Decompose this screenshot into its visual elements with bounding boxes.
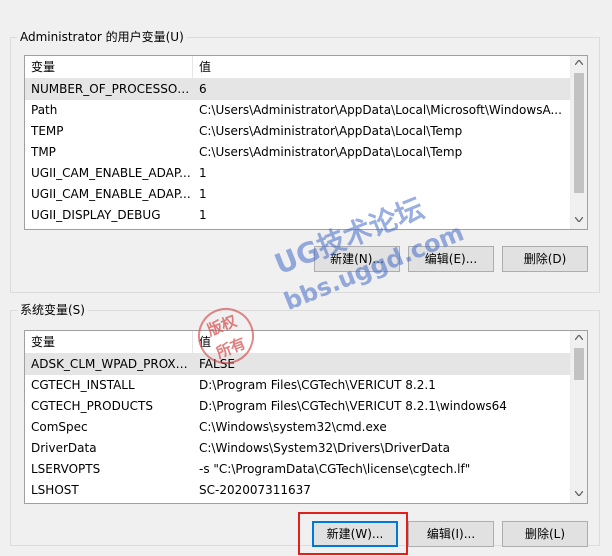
system-variables-list[interactable]: 变量 值 ADSK_CLM_WPAD_PROXY... FALSE CGTECH_I… xyxy=(24,330,588,504)
table-row[interactable]: LSHOST SC-202007311637 xyxy=(25,480,570,501)
variable-name-cell: UGII_CAM_ENABLE_ADAP... xyxy=(31,166,191,180)
column-header-value[interactable]: 值 xyxy=(193,56,570,78)
user-variables-title: Administrator 的用户变量(U) xyxy=(17,29,187,45)
variable-value-cell: C:\Users\Administrator\AppData\Local\Tem… xyxy=(199,145,463,159)
column-header-variable[interactable]: 变量 xyxy=(25,56,193,78)
list-header: 变量 值 xyxy=(25,56,570,79)
scroll-up-arrow-icon[interactable] xyxy=(571,331,587,347)
variable-name-cell: CGTECH_PRODUCTS xyxy=(31,399,153,413)
user-edit-button[interactable]: 编辑(E)... xyxy=(408,246,494,272)
highlight-annotation-box xyxy=(298,512,408,555)
scroll-down-arrow-icon[interactable] xyxy=(571,213,587,229)
table-row[interactable]: UGII_CAM_ENABLE_ADAP... 1 xyxy=(25,184,570,205)
variable-name-cell: TMP xyxy=(31,145,56,159)
variable-value-cell: C:\Users\Administrator\AppData\Local\Mic… xyxy=(199,103,562,117)
table-row[interactable]: UGII_CAM_ENABLE_ADAP... 1 xyxy=(25,163,570,184)
variable-value-cell: D:\Program Files\CGTech\VERICUT 8.2.1\wi… xyxy=(199,399,507,413)
table-row[interactable]: LSERVOPTS -s "C:\ProgramData\CGTech\licen… xyxy=(25,459,570,480)
user-variables-list[interactable]: 变量 值 NUMBER_OF_PROCESSORS 6 Path C:\Users\A… xyxy=(24,55,588,230)
variable-value-cell: 1 xyxy=(199,208,207,222)
scroll-up-arrow-icon[interactable] xyxy=(571,56,587,72)
system-edit-button[interactable]: 编辑(I)... xyxy=(408,521,494,547)
list-header: 变量 值 xyxy=(25,331,570,354)
variable-name-cell: DriverData xyxy=(31,441,97,455)
table-row[interactable]: TEMP C:\Users\Administrator\AppData\Local… xyxy=(25,121,570,142)
variable-name-cell: CGTECH_INSTALL xyxy=(31,378,135,392)
variable-value-cell: 1 xyxy=(199,187,207,201)
table-row[interactable]: DriverData C:\Windows\System32\Drivers\Dr… xyxy=(25,438,570,459)
variable-name-cell: LSHOST xyxy=(31,483,79,497)
user-list-scrollbar[interactable] xyxy=(570,56,587,229)
table-row[interactable]: CGTECH_PRODUCTS D:\Program Files\CGTech\V… xyxy=(25,396,570,417)
variable-value-cell: D:\Program Files\CGTech\VERICUT 8.2.1 xyxy=(199,378,436,392)
system-delete-button[interactable]: 删除(L) xyxy=(502,521,588,547)
scrollbar-thumb[interactable] xyxy=(574,73,584,193)
variable-name-cell: ADSK_CLM_WPAD_PROXY... xyxy=(31,357,191,371)
variable-name-cell: ComSpec xyxy=(31,420,88,434)
column-header-variable[interactable]: 变量 xyxy=(25,331,193,353)
variable-name-cell: NUMBER_OF_PROCESSORS xyxy=(31,82,191,96)
table-row[interactable]: TMP C:\Users\Administrator\AppData\Local\… xyxy=(25,142,570,163)
table-row[interactable]: ADSK_CLM_WPAD_PROXY... FALSE xyxy=(25,354,570,375)
system-list-scrollbar[interactable] xyxy=(570,331,587,503)
variable-value-cell: 1 xyxy=(199,166,207,180)
user-delete-button[interactable]: 删除(D) xyxy=(502,246,588,272)
variable-value-cell: SC-202007311637 xyxy=(199,483,311,497)
user-new-button[interactable]: 新建(N)... xyxy=(314,246,400,272)
variable-name-cell: Path xyxy=(31,103,58,117)
variable-value-cell: FALSE xyxy=(199,357,235,371)
scrollbar-thumb[interactable] xyxy=(574,348,584,380)
variable-value-cell: C:\Windows\System32\Drivers\DriverData xyxy=(199,441,450,455)
table-row[interactable]: UGII_DISPLAY_DEBUG 1 xyxy=(25,205,570,226)
variable-name-cell: LSERVOPTS xyxy=(31,462,101,476)
table-row[interactable]: Path C:\Users\Administrator\AppData\Local… xyxy=(25,100,570,121)
table-row[interactable]: ComSpec C:\Windows\system32\cmd.exe xyxy=(25,417,570,438)
system-variables-title: 系统变量(S) xyxy=(17,302,88,318)
table-row[interactable]: CGTECH_INSTALL D:\Program Files\CGTech\VE… xyxy=(25,375,570,396)
scroll-down-arrow-icon[interactable] xyxy=(571,487,587,503)
variable-name-cell: UGII_CAM_ENABLE_ADAP... xyxy=(31,187,191,201)
variable-name-cell: UGII_DISPLAY_DEBUG xyxy=(31,208,161,222)
user-variable-rows: NUMBER_OF_PROCESSORS 6 Path C:\Users\Admini… xyxy=(25,79,570,226)
table-row[interactable]: NUMBER_OF_PROCESSORS 6 xyxy=(25,79,570,100)
variable-name-cell: TEMP xyxy=(31,124,64,138)
system-variable-rows: ADSK_CLM_WPAD_PROXY... FALSE CGTECH_INSTAL… xyxy=(25,354,570,501)
column-header-value[interactable]: 值 xyxy=(193,331,570,353)
variable-value-cell: -s "C:\ProgramData\CGTech\license\cgtech… xyxy=(199,462,471,476)
variable-value-cell: C:\Users\Administrator\AppData\Local\Tem… xyxy=(199,124,463,138)
variable-value-cell: 6 xyxy=(199,82,207,96)
variable-value-cell: C:\Windows\system32\cmd.exe xyxy=(199,420,387,434)
